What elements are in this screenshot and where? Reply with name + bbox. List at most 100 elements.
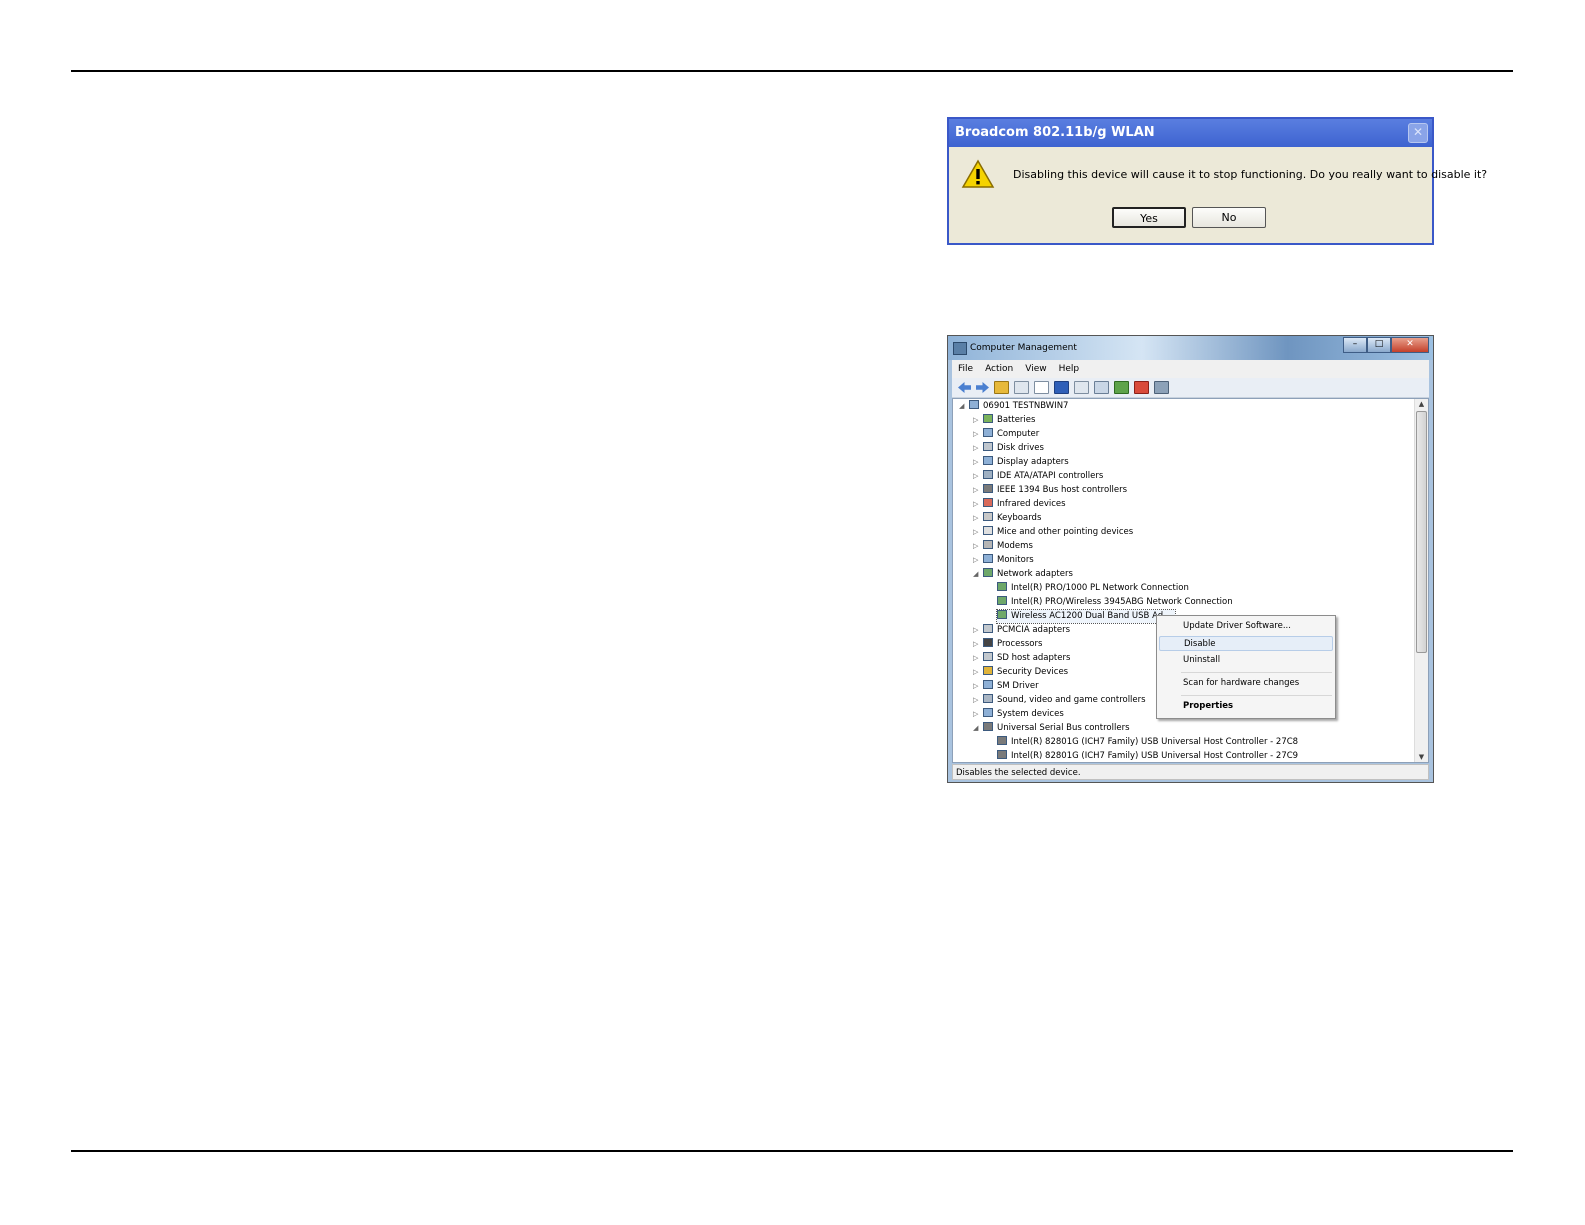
- tree-item-wireless-ac1200[interactable]: Wireless AC1200 Dual Band USB Ad...: [995, 609, 1177, 624]
- expand-icon[interactable]: ▷: [973, 498, 983, 511]
- usb-plug-icon: [983, 484, 993, 493]
- tree-item-disk-drives[interactable]: ▷ Disk drives: [973, 442, 1044, 455]
- expand-icon[interactable]: ▷: [973, 484, 983, 497]
- yes-button[interactable]: Yes: [1112, 207, 1186, 228]
- toolbar: [952, 378, 1429, 398]
- menu-item-properties[interactable]: Properties: [1159, 699, 1333, 714]
- back-icon[interactable]: [958, 382, 971, 393]
- display-adapter-icon: [983, 456, 993, 465]
- computer-icon: [969, 400, 979, 409]
- update-driver-icon[interactable]: [1114, 381, 1129, 394]
- expand-icon[interactable]: ▷: [973, 442, 983, 455]
- expand-icon[interactable]: ▷: [973, 624, 983, 637]
- tree-item-processors[interactable]: ▷ Processors: [973, 638, 1042, 651]
- expand-icon[interactable]: ▷: [973, 428, 983, 441]
- menu-help[interactable]: Help: [1059, 364, 1080, 374]
- collapse-icon[interactable]: ◢: [973, 568, 983, 581]
- menu-bar: File Action View Help: [952, 360, 1429, 378]
- tree-item-usb-controllers[interactable]: ◢ Universal Serial Bus controllers: [973, 722, 1130, 735]
- monitor-icon: [983, 554, 993, 563]
- vertical-scrollbar[interactable]: ▲ ▼: [1414, 399, 1428, 762]
- properties-icon[interactable]: [1034, 381, 1049, 394]
- expand-icon[interactable]: ▷: [973, 708, 983, 721]
- tree-item-intel-wireless-3945[interactable]: Intel(R) PRO/Wireless 3945ABG Network Co…: [997, 596, 1233, 609]
- tree-item-pcmcia[interactable]: ▷ PCMCIA adapters: [973, 624, 1070, 637]
- window-close-button[interactable]: ✕: [1391, 337, 1429, 353]
- expand-icon[interactable]: ▷: [973, 666, 983, 679]
- uninstall-icon[interactable]: [1134, 381, 1149, 394]
- expand-icon[interactable]: ▷: [973, 470, 983, 483]
- menu-separator: [1181, 695, 1332, 696]
- menu-item-scan-hardware[interactable]: Scan for hardware changes: [1159, 676, 1333, 691]
- tree-item-system-devices[interactable]: ▷ System devices: [973, 708, 1064, 721]
- infrared-icon: [983, 498, 993, 507]
- disable-confirm-dialog: Broadcom 802.11b/g WLAN ✕ Disabling this…: [947, 117, 1487, 245]
- dialog-close-button[interactable]: ✕: [1408, 123, 1428, 143]
- tree-item-intel-pro1000[interactable]: Intel(R) PRO/1000 PL Network Connection: [997, 582, 1189, 595]
- warning-icon: [961, 159, 995, 188]
- window-title-bar: Computer Management – □ ✕: [948, 336, 1433, 360]
- show-hide-tree-icon[interactable]: [1014, 381, 1029, 394]
- sd-host-icon: [983, 652, 993, 661]
- network-adapter-icon: [983, 568, 993, 577]
- tree-item-mice[interactable]: ▷ Mice and other pointing devices: [973, 526, 1133, 539]
- dialog-title-bar: Broadcom 802.11b/g WLAN ✕: [949, 119, 1432, 147]
- expand-icon[interactable]: ▷: [973, 638, 983, 651]
- modem-icon: [983, 540, 993, 549]
- help-icon[interactable]: [1054, 381, 1069, 394]
- expand-icon[interactable]: ▷: [973, 526, 983, 539]
- scroll-down-arrow-icon[interactable]: ▼: [1415, 753, 1428, 761]
- menu-item-uninstall[interactable]: Uninstall: [1159, 653, 1333, 668]
- up-folder-icon[interactable]: [994, 381, 1009, 394]
- scrollbar-thumb[interactable]: [1416, 411, 1427, 653]
- tree-item-batteries[interactable]: ▷ Batteries: [973, 414, 1035, 427]
- tree-item-usb-27c9[interactable]: Intel(R) 82801G (ICH7 Family) USB Univer…: [997, 750, 1298, 762]
- tree-item-sm-driver[interactable]: ▷ SM Driver: [973, 680, 1039, 693]
- tree-item-sound-video[interactable]: ▷ Sound, video and game controllers: [973, 694, 1146, 707]
- scan-hardware-icon[interactable]: [1094, 381, 1109, 394]
- collapse-icon[interactable]: ◢: [959, 400, 969, 413]
- tree-item-ide-controllers[interactable]: ▷ IDE ATA/ATAPI controllers: [973, 470, 1103, 483]
- maximize-button[interactable]: □: [1367, 337, 1391, 353]
- menu-view[interactable]: View: [1025, 364, 1046, 374]
- dialog-message: Disabling this device will cause it to s…: [1013, 168, 1488, 181]
- tree-item-network-adapters[interactable]: ◢ Network adapters: [973, 568, 1073, 581]
- no-button[interactable]: No: [1192, 207, 1266, 228]
- minimize-button[interactable]: –: [1343, 337, 1367, 353]
- menu-item-disable[interactable]: Disable: [1159, 636, 1333, 651]
- menu-action[interactable]: Action: [985, 364, 1013, 374]
- expand-icon[interactable]: ▷: [973, 456, 983, 469]
- tree-item-modems[interactable]: ▷ Modems: [973, 540, 1033, 553]
- disable-icon[interactable]: [1154, 381, 1169, 394]
- context-menu: Update Driver Software... Disable Uninst…: [1156, 615, 1336, 719]
- tree-item-security-devices[interactable]: ▷ Security Devices: [973, 666, 1068, 679]
- tree-item-usb-27c8[interactable]: Intel(R) 82801G (ICH7 Family) USB Univer…: [997, 736, 1298, 749]
- tree-item-display-adapters[interactable]: ▷ Display adapters: [973, 456, 1069, 469]
- computer-icon: [983, 428, 993, 437]
- tree-root[interactable]: ◢ 06901 TESTNBWIN7: [959, 400, 1068, 413]
- expand-icon[interactable]: ▷: [973, 680, 983, 693]
- action-pane-icon[interactable]: [1074, 381, 1089, 394]
- computer-management-icon: [953, 342, 967, 355]
- tree-item-monitors[interactable]: ▷ Monitors: [973, 554, 1034, 567]
- tree-item-computer[interactable]: ▷ Computer: [973, 428, 1039, 441]
- mouse-icon: [983, 526, 993, 535]
- scroll-up-arrow-icon[interactable]: ▲: [1415, 400, 1428, 408]
- expand-icon[interactable]: ▷: [973, 512, 983, 525]
- tree-item-sd-host[interactable]: ▷ SD host adapters: [973, 652, 1070, 665]
- tree-item-infrared[interactable]: ▷ Infrared devices: [973, 498, 1066, 511]
- expand-icon[interactable]: ▷: [973, 554, 983, 567]
- tree-item-ieee1394[interactable]: ▷ IEEE 1394 Bus host controllers: [973, 484, 1127, 497]
- status-bar: Disables the selected device.: [952, 764, 1429, 780]
- tree-item-keyboards[interactable]: ▷ Keyboards: [973, 512, 1041, 525]
- menu-file[interactable]: File: [958, 364, 973, 374]
- collapse-icon[interactable]: ◢: [973, 722, 983, 735]
- expand-icon[interactable]: ▷: [973, 414, 983, 427]
- expand-icon[interactable]: ▷: [973, 652, 983, 665]
- expand-icon[interactable]: ▷: [973, 540, 983, 553]
- menu-separator: [1181, 672, 1332, 673]
- bottom-rule: [71, 1150, 1513, 1152]
- forward-icon[interactable]: [976, 382, 989, 393]
- expand-icon[interactable]: ▷: [973, 694, 983, 707]
- menu-item-update-driver[interactable]: Update Driver Software...: [1159, 619, 1333, 634]
